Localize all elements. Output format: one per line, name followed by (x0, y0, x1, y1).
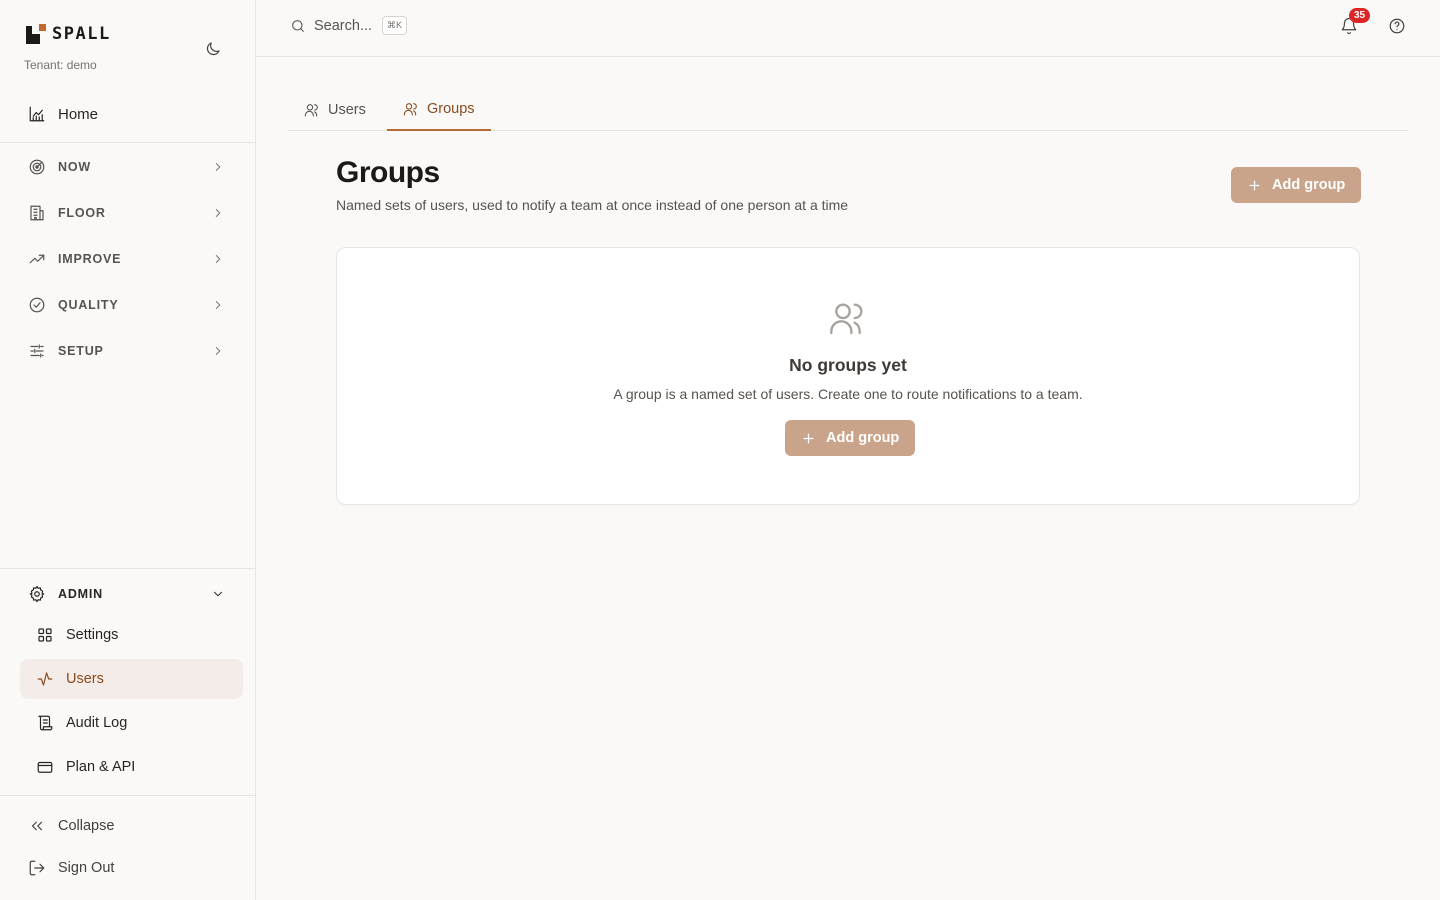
plus-icon (801, 431, 816, 446)
sidebar-item-users[interactable]: Users (20, 659, 243, 699)
section-label: NOW (58, 160, 91, 174)
users-icon (403, 101, 419, 117)
sidebar-item-label: Plan & API (66, 759, 136, 775)
chevron-down-icon (211, 587, 225, 601)
section-label: FLOOR (58, 206, 106, 220)
chevrons-left-icon (28, 817, 46, 835)
search-placeholder: Search... (314, 17, 373, 34)
sidebar-section-floor[interactable]: FLOOR (20, 196, 243, 230)
scroll-icon (36, 714, 54, 732)
tab-label: Users (328, 101, 366, 118)
sign-out-label: Sign Out (58, 860, 115, 876)
empty-state-description: A group is a named set of users. Create … (613, 386, 1083, 402)
chevron-right-icon (211, 344, 225, 358)
tab-users[interactable]: Users (288, 88, 382, 131)
sign-out-button[interactable]: Sign Out (20, 850, 243, 886)
sidebar-item-label: Settings (66, 627, 119, 643)
users-icon (828, 298, 868, 338)
sidebar-section-quality[interactable]: QUALITY (20, 288, 243, 322)
log-out-icon (28, 859, 46, 877)
collapse-label: Collapse (58, 818, 115, 834)
sidebar-section-setup[interactable]: SETUP (20, 334, 243, 368)
moon-icon[interactable] (202, 38, 224, 60)
sidebar-section-improve[interactable]: IMPROVE (20, 242, 243, 276)
logo-mark-icon (26, 24, 46, 44)
sidebar-section-admin[interactable]: ADMIN (20, 577, 243, 611)
sidebar: SPALL Tenant: demo Home NOW FLOOR IMPROV… (0, 0, 256, 900)
credit-card-icon (36, 758, 54, 776)
sidebar-item-settings[interactable]: Settings (20, 615, 243, 655)
sidebar-item-home[interactable]: Home (20, 96, 243, 132)
divider (0, 568, 255, 569)
users-icon (304, 102, 320, 118)
search-icon (290, 18, 306, 34)
add-group-button[interactable]: Add group (1231, 167, 1362, 203)
chevron-right-icon (211, 206, 225, 220)
check-circle-icon (28, 296, 46, 314)
add-group-label: Add group (1272, 177, 1346, 193)
topbar: Search... ⌘K 35 (256, 0, 1440, 57)
notification-badge: 35 (1349, 8, 1371, 23)
sidebar-item-label: Home (58, 105, 99, 123)
shortcut-hint: ⌘K (382, 16, 408, 35)
empty-state-title: No groups yet (789, 355, 907, 375)
tab-bar: Users Groups (288, 88, 1408, 131)
sidebar-item-plan-api[interactable]: Plan & API (20, 747, 243, 787)
page-subtitle: Named sets of users, used to notify a te… (336, 197, 849, 213)
add-group-label: Add group (826, 430, 900, 446)
building-icon (28, 204, 46, 222)
sidebar-item-audit-log[interactable]: Audit Log (20, 703, 243, 743)
sidebar-section-now[interactable]: NOW (20, 150, 243, 184)
section-label: IMPROVE (58, 252, 122, 266)
grid-icon (36, 626, 54, 644)
tenant-label: Tenant: demo (24, 58, 97, 72)
section-label: SETUP (58, 344, 104, 358)
activity-icon (36, 670, 54, 688)
sidebar-item-label: Users (66, 671, 104, 687)
divider (0, 142, 255, 143)
trending-up-icon (28, 250, 46, 268)
chevron-right-icon (211, 160, 225, 174)
brand-name: SPALL (52, 24, 111, 44)
sidebar-item-label: Audit Log (66, 715, 128, 731)
brand-logo[interactable]: SPALL (26, 24, 111, 44)
collapse-button[interactable]: Collapse (20, 808, 243, 844)
search-input[interactable]: Search... ⌘K (290, 16, 408, 35)
tab-groups[interactable]: Groups (387, 88, 491, 131)
sliders-icon (28, 342, 46, 360)
section-label: ADMIN (58, 587, 103, 601)
chevron-right-icon (211, 298, 225, 312)
tab-label: Groups (427, 100, 475, 117)
plus-icon (1247, 178, 1262, 193)
gear-icon (28, 585, 46, 603)
divider (0, 795, 255, 796)
radar-icon (28, 158, 46, 176)
empty-add-group-button[interactable]: Add group (785, 420, 916, 456)
chart-icon (28, 105, 46, 123)
help-icon[interactable] (1388, 17, 1406, 35)
chevron-right-icon (211, 252, 225, 266)
section-label: QUALITY (58, 298, 119, 312)
empty-state-card: No groups yet A group is a named set of … (336, 247, 1360, 505)
page-title: Groups (336, 156, 440, 189)
